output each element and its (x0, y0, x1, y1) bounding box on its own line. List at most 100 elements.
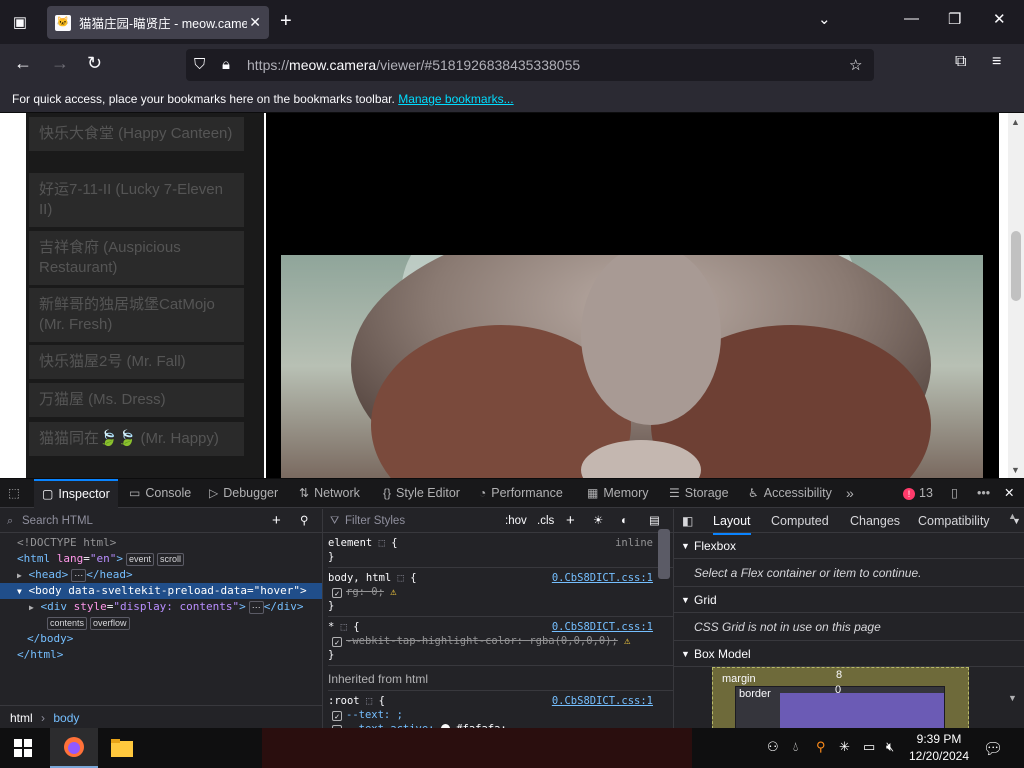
cls-toggle[interactable]: .cls (537, 509, 554, 533)
new-tab-icon[interactable]: + (280, 10, 292, 33)
camera-video[interactable] (281, 255, 983, 478)
tab-style-editor[interactable]: {} Style Editor (383, 479, 460, 508)
light-theme-icon[interactable]: ☀ (593, 509, 603, 533)
doctype-node[interactable]: <!DOCTYPE html> (0, 535, 322, 551)
add-rule-icon[interactable]: + (566, 509, 575, 533)
camera-item[interactable]: 快乐大食堂 (Happy Canteen) (29, 117, 244, 151)
devtools-menu-icon[interactable]: ••• (977, 479, 990, 508)
tab-network[interactable]: ⇅ Network (299, 479, 360, 508)
search-html-input[interactable]: ⌕ Search HTML + ⚲ (0, 509, 322, 533)
grid-header[interactable]: ▼ Grid (674, 587, 1024, 613)
tab-debugger[interactable]: ▷ Debugger (209, 479, 278, 508)
reload-icon[interactable]: ↻ (87, 53, 102, 74)
tab-accessibility[interactable]: ♿︎ Accessibility (748, 479, 832, 508)
body-node[interactable]: ▼ <body data-sveltekit-preload-data="hov… (0, 583, 322, 599)
more-tabs-icon[interactable]: » (846, 479, 854, 508)
camera-item[interactable]: 吉祥食府 (Auspicious Restaurant) (29, 231, 244, 285)
close-tab-icon[interactable]: ✕ (249, 14, 261, 31)
box-model-header[interactable]: ▼ Box Model (674, 641, 1024, 667)
camera-item[interactable]: 新鲜哥的独居城堡CatMojo (Mr. Fresh) (29, 288, 244, 342)
property-checkbox[interactable]: ✓ (332, 711, 342, 721)
property-checkbox[interactable]: ✓ (332, 588, 342, 598)
scroll-badge[interactable]: scroll (157, 553, 185, 566)
div-node[interactable]: ▶ <div style="display: contents"> ⋯ </div> (0, 599, 322, 615)
close-devtools-icon[interactable]: ✕ (1004, 479, 1014, 508)
search-tray-icon[interactable]: ⚲ (816, 739, 826, 755)
back-icon[interactable]: ← (14, 53, 32, 74)
taskbar-clock[interactable]: 9:39 PM 12/20/2024 (903, 731, 975, 765)
tab-changes[interactable]: Changes (850, 509, 900, 533)
rule-source-link[interactable]: 0.CbS8DICT.css:1 (552, 694, 653, 708)
restore-icon[interactable]: ❐ (948, 10, 961, 28)
scroll-down-icon[interactable]: ▼ (1008, 693, 1017, 703)
hov-toggle[interactable]: :hov (505, 509, 527, 533)
network-tray-icon[interactable]: ▭ (863, 739, 875, 755)
dark-theme-icon[interactable]: ◐ (621, 509, 628, 533)
tab-inspector[interactable]: ▢ Inspector (34, 479, 118, 508)
ellipsis-badge[interactable]: ⋯ (71, 569, 87, 582)
property-checkbox[interactable]: ✓ (332, 637, 342, 647)
notifications-icon[interactable]: 💬︎ (983, 739, 1003, 759)
margin-top-value[interactable]: 8 (836, 669, 842, 681)
tab-overflow-chevron-icon[interactable]: ⌄ (818, 10, 831, 28)
sparkle-tray-icon[interactable]: ✳ (839, 739, 850, 755)
toggle-sidebar-icon[interactable]: ◧ (682, 509, 693, 533)
breadcrumb-body[interactable]: body (53, 711, 79, 725)
lock-icon[interactable]: 🔒︎ (222, 56, 230, 73)
rule-source-link[interactable]: 0.CbS8DICT.css:1 (552, 620, 653, 634)
expand-icon[interactable]: ▶ (17, 571, 22, 580)
collapse-icon[interactable]: ▼ (17, 587, 22, 596)
scroll-thumb[interactable] (1011, 231, 1021, 301)
tab-console[interactable]: ▭ Console (129, 479, 191, 508)
droplet-tray-icon[interactable]: 💧︎ (793, 739, 798, 755)
tab-storage[interactable]: ☰ Storage (669, 479, 729, 508)
extensions-icon[interactable]: ⧉ (955, 53, 966, 71)
responsive-design-icon[interactable]: ▯ (951, 479, 958, 508)
head-node[interactable]: ▶ <head> ⋯ </head> (0, 567, 322, 583)
file-explorer-taskbar-icon[interactable] (98, 728, 146, 768)
tab-memory[interactable]: ▦ Memory (587, 479, 649, 508)
volume-muted-icon[interactable]: 🔇︎ (886, 739, 894, 755)
page-scrollbar[interactable]: ▲ ▼ (1008, 113, 1024, 478)
tab-compatibility[interactable]: Compatibility (918, 509, 990, 533)
bookmark-star-icon[interactable]: ☆ (849, 56, 862, 74)
add-node-icon[interactable]: + (272, 509, 281, 533)
tab-list-icon[interactable]: ▣ (8, 10, 32, 34)
tab-computed[interactable]: Computed (771, 509, 829, 533)
scroll-up-icon[interactable]: ▲ (1011, 117, 1020, 127)
event-badge[interactable]: event (126, 553, 155, 566)
camera-item[interactable]: 好运7-11-II (Lucky 7-Eleven II) (29, 173, 244, 227)
html-node[interactable]: <html lang="en"> event scroll (0, 551, 322, 567)
manage-bookmarks-link[interactable]: Manage bookmarks... (398, 92, 513, 106)
forward-icon[interactable]: → (51, 53, 69, 74)
browser-tab[interactable]: 🐱 猫猫庄园-瞄贤庄 - meow.camera ✕ (47, 6, 269, 39)
url-bar[interactable]: ⛉ 🔒︎ https://meow.camera/viewer/#5181926… (186, 49, 874, 81)
camera-item[interactable]: 猫猫同在🍃🍃 (Mr. Happy) (29, 422, 244, 456)
minimize-icon[interactable]: — (904, 10, 919, 27)
camera-item[interactable]: 快乐猫屋2号 (Mr. Fall) (29, 345, 244, 379)
scroll-down-icon[interactable]: ▼ (1011, 465, 1020, 475)
flexbox-header[interactable]: ▼ Flexbox (674, 533, 1024, 559)
people-tray-icon[interactable]: ⚇ (767, 739, 779, 755)
camera-item[interactable]: 万猫屋 (Ms. Dress) (29, 383, 244, 417)
firefox-taskbar-icon[interactable] (50, 728, 98, 768)
scroll-up-icon[interactable]: ▲ (1008, 511, 1017, 521)
box-model-border[interactable]: border 0 (735, 684, 945, 733)
error-count[interactable]: ! 13 (903, 479, 933, 508)
filter-styles-input[interactable]: ⛛ Filter Styles :hov .cls + ☀ ◐ ▤ (323, 509, 673, 533)
expand-icon[interactable]: ▶ (29, 603, 34, 612)
url-text[interactable]: https://meow.camera/viewer/#518192683843… (247, 57, 580, 73)
start-button-icon[interactable] (14, 739, 32, 757)
tab-performance[interactable]: ◔ Performance (479, 479, 563, 508)
ellipsis-badge[interactable]: ⋯ (248, 601, 264, 614)
element-picker-icon[interactable]: ⬚ (8, 479, 20, 508)
shield-icon[interactable]: ⛉ (194, 56, 205, 73)
body-close-node[interactable]: </body> (0, 631, 322, 647)
layout-scrollbar[interactable]: ▲ ▼ (1008, 511, 1022, 707)
tab-layout[interactable]: Layout (713, 509, 751, 535)
rule-source-link[interactable]: 0.CbS8DICT.css:1 (552, 571, 653, 585)
box-model-margin[interactable]: margin 8 border 0 (712, 667, 969, 733)
overflow-badge[interactable]: overflow (90, 617, 130, 630)
rules-scroll-thumb[interactable] (658, 529, 670, 579)
box-model-padding[interactable] (780, 693, 944, 733)
